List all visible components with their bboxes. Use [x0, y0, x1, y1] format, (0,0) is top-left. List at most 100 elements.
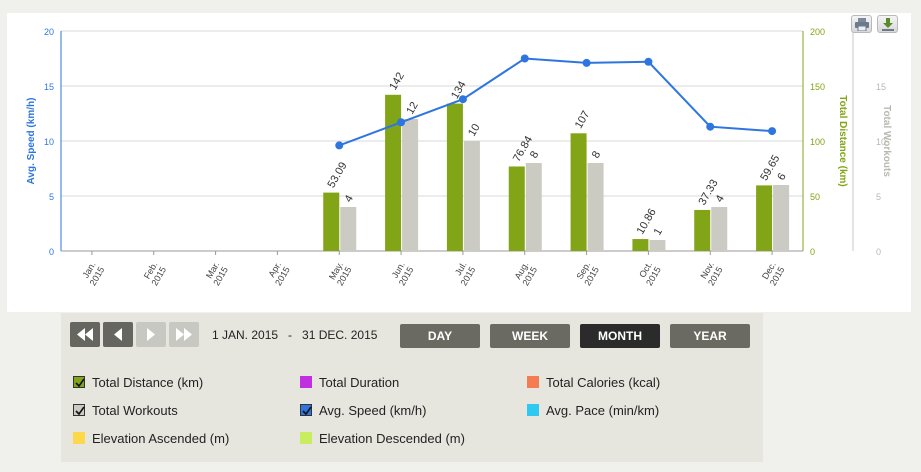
check-icon — [302, 406, 312, 416]
x-tick-label: Apr.2015 — [264, 260, 291, 287]
check-icon — [75, 406, 85, 416]
right2-axis-title: Total Workouts — [881, 105, 892, 177]
date-range: 1 JAN. 2015 - 31 DEC. 2015 — [212, 328, 378, 342]
avg-speed-point — [397, 118, 406, 127]
right-tick-label: 50 — [810, 192, 820, 202]
legend-label: Total Distance (km) — [92, 375, 204, 390]
right-tick-label: 0 — [810, 247, 815, 257]
workouts-bar — [711, 207, 728, 251]
legend-checkbox[interactable] — [300, 432, 312, 444]
legend-label: Elevation Ascended (m) — [92, 431, 230, 446]
workouts-bar — [773, 185, 790, 251]
right-tick-label: 150 — [810, 82, 825, 92]
legend-label: Total Calories (kcal) — [546, 375, 661, 390]
controls-panel: 1 JAN. 2015 - 31 DEC. 2015 DAY WEEK MONT… — [61, 313, 763, 462]
fast-forward-icon — [176, 328, 192, 341]
print-button[interactable] — [851, 15, 872, 33]
left-tick-label: 5 — [49, 192, 54, 202]
legend-checkbox[interactable] — [300, 376, 312, 388]
legend-label: Elevation Descended (m) — [319, 431, 465, 446]
x-tick-label: Dec.2015 — [759, 260, 786, 287]
year-button[interactable]: YEAR — [670, 324, 750, 348]
x-tick-label: Feb.2015 — [141, 260, 168, 287]
next-button[interactable] — [136, 322, 166, 347]
workouts-bar — [340, 207, 357, 251]
check-icon — [75, 378, 85, 388]
x-tick-label: Sep.2015 — [574, 260, 601, 287]
legend-checkbox[interactable] — [73, 404, 85, 416]
workouts-data-label: 8 — [590, 149, 603, 160]
distance-bar — [323, 192, 340, 251]
chart-panel: 0 5 10 15 20 0 50 100 150 200 0 5 10 15 Avg. Speed (km… — [7, 13, 911, 312]
workouts-data-label: 10 — [466, 122, 483, 139]
workouts-bar — [463, 141, 480, 251]
rewind-button[interactable] — [70, 322, 100, 347]
x-tick-label: Jun.2015 — [388, 260, 415, 287]
left-tick-label: 20 — [44, 27, 54, 37]
avg-speed-point — [582, 58, 591, 67]
download-button[interactable] — [877, 15, 898, 33]
distance-bar — [570, 133, 587, 251]
right2-tick-label: 5 — [876, 192, 881, 202]
right-axis-title: Total Distance (km) — [837, 95, 848, 187]
x-tick-label: Mar.2015 — [203, 260, 230, 287]
distance-data-label: 76.84 — [511, 134, 535, 164]
left-tick-label: 0 — [49, 247, 54, 257]
avg-speed-point — [335, 141, 344, 150]
workouts-data-label: 8 — [528, 149, 541, 160]
month-button[interactable]: MONTH — [580, 324, 660, 348]
rewind-icon — [77, 328, 93, 341]
workouts-data-label: 4 — [713, 193, 726, 204]
right2-tick-label: 0 — [876, 247, 881, 257]
left-tick-label: 10 — [44, 137, 54, 147]
workouts-data-label: 6 — [775, 171, 788, 182]
workouts-data-label: 4 — [342, 193, 355, 204]
right2-tick-label: 15 — [876, 82, 886, 92]
distance-data-label: 37.33 — [696, 178, 720, 208]
left-axis-title: Avg. Speed (km/h) — [26, 98, 37, 185]
avg-speed-point — [458, 95, 467, 104]
legend-checkbox[interactable] — [527, 404, 539, 416]
avg-speed-point — [520, 54, 529, 63]
printer-icon — [855, 18, 869, 31]
week-button[interactable]: WEEK — [490, 324, 570, 348]
workouts-data-label: 1 — [652, 226, 665, 237]
x-tick-label: Jan.2015 — [79, 260, 106, 287]
x-tick-label: Aug.2015 — [512, 260, 539, 287]
workouts-bar — [525, 163, 542, 251]
download-icon — [882, 18, 894, 31]
next-icon — [147, 328, 155, 341]
legend-checkbox[interactable] — [73, 432, 85, 444]
combo-chart: 05101520050100150200051015Avg. Speed (km… — [26, 27, 892, 287]
distance-bar — [385, 94, 402, 251]
right-tick-label: 200 — [810, 27, 825, 37]
distance-bar — [446, 103, 463, 251]
x-tick-label: May.2015 — [326, 260, 353, 287]
avg-speed-point — [644, 57, 653, 66]
legend-checkbox[interactable] — [527, 376, 539, 388]
distance-data-label: 142 — [387, 70, 407, 92]
legend-label: Total Duration — [319, 375, 400, 390]
day-button[interactable]: DAY — [400, 324, 480, 348]
right-tick-label: 100 — [810, 137, 825, 147]
workouts-bar — [587, 163, 604, 251]
avg-speed-point — [768, 127, 777, 136]
previous-icon — [114, 328, 122, 341]
x-tick-label: Jul.2015 — [450, 260, 477, 287]
workouts-bar — [402, 119, 419, 251]
previous-button[interactable] — [103, 322, 133, 347]
x-tick-label: Nov.2015 — [697, 260, 724, 287]
workouts-data-label: 12 — [404, 100, 421, 117]
workouts-bar — [649, 240, 666, 251]
distance-data-label: 53.09 — [325, 160, 349, 190]
x-tick-label: Oct.2015 — [635, 260, 662, 287]
fast-forward-button[interactable] — [169, 322, 199, 347]
distance-bar — [632, 239, 649, 251]
legend-label: Avg. Pace (min/km) — [546, 403, 660, 418]
legend-checkbox[interactable] — [73, 376, 85, 388]
distance-bar — [508, 166, 525, 251]
legend-label: Avg. Speed (km/h) — [319, 403, 427, 418]
distance-data-label: 107 — [573, 109, 593, 131]
legend-checkbox[interactable] — [300, 404, 312, 416]
avg-speed-point — [706, 122, 715, 131]
